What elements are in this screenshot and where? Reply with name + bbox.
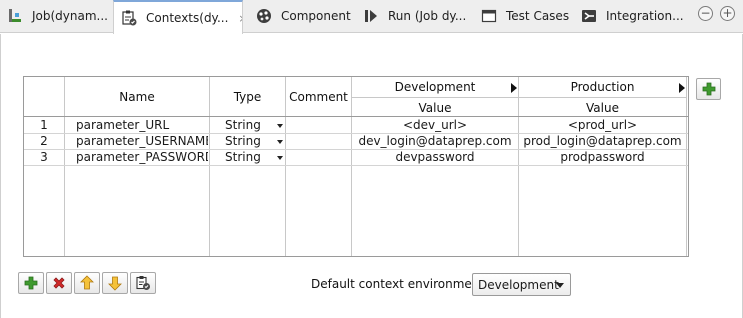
editor-tab-bar: Job(dynam... Contexts(dy... × Component … [0,0,743,34]
selected-environment: Development [478,278,559,292]
tab-job[interactable]: Job(dynam... [0,0,113,32]
comment-column-header[interactable]: Comment [286,77,351,117]
chevron-down-icon [556,283,564,288]
development-menu-icon[interactable] [511,83,517,93]
tab-label: Job(dynam... [32,9,108,23]
table-row[interactable]: 1 parameter_URL String <dev_url> <prod_u… [24,118,688,134]
development-value-header: Value [418,100,452,115]
tab-component[interactable]: Component [249,0,355,32]
comment-cell[interactable] [286,134,351,150]
type-cell[interactable]: String [225,150,279,166]
production-value-cell[interactable]: prodpassword [519,150,686,166]
chevron-down-icon[interactable] [277,156,283,160]
row-number-header [24,77,64,117]
context-icon [136,276,150,290]
default-context-environment-select[interactable]: Development [472,273,571,296]
chevron-down-icon[interactable] [277,124,283,128]
tab-test-cases[interactable]: Test Cases [474,0,574,32]
name-cell[interactable]: parameter_PASSWORD [76,150,208,166]
run-icon [362,7,380,25]
add-environment-button[interactable] [696,78,721,100]
default-context-environment-label: Default context environment [311,277,485,291]
production-value-cell[interactable]: <prod_url> [519,118,686,134]
table-row[interactable]: 2 parameter_USERNAME String dev_login@da… [24,134,688,150]
chevron-down-icon[interactable] [277,140,283,144]
job-icon [6,7,24,25]
tab-contexts[interactable]: Contexts(dy... × [113,0,243,34]
context-variables-table: Name Type Comment Development Production… [23,76,689,257]
tab-label: Run (Job dy... [388,9,467,23]
move-up-button[interactable] [74,272,100,294]
row-number: 1 [40,118,48,132]
type-cell[interactable]: String [225,118,279,134]
contexts-panel: Name Type Comment Development Production… [0,34,743,318]
row-number: 3 [40,150,48,164]
production-value-header: Value [586,100,619,115]
production-env-header[interactable]: Production [519,77,686,97]
maximize-button[interactable]: + [720,6,735,21]
comment-cell[interactable] [286,118,351,134]
move-down-icon [108,276,122,291]
development-value-cell[interactable]: <dev_url> [352,118,518,134]
production-value-cell[interactable]: prod_login@dataprep.com [519,134,686,150]
tab-label: Component [281,9,351,23]
test-cases-icon [480,7,498,25]
close-icon[interactable]: × [238,12,242,25]
contexts-icon [120,9,138,27]
name-cell[interactable]: parameter_URL [76,118,208,134]
type-cell[interactable]: String [225,134,279,150]
manage-contexts-button[interactable] [130,272,156,294]
name-cell[interactable]: parameter_USERNAME [76,134,208,150]
move-down-button[interactable] [102,272,128,294]
minimize-button[interactable]: − [698,6,713,21]
add-icon [702,82,716,96]
add-variable-button[interactable] [18,272,44,294]
comment-cell[interactable] [286,150,351,166]
table-header: Name Type Comment Development Production… [24,77,688,117]
move-up-icon [80,275,94,290]
remove-icon [53,277,65,289]
name-column-header[interactable]: Name [65,77,209,117]
table-row[interactable]: 3 parameter_PASSWORD String devpassword … [24,150,688,166]
tab-label: Test Cases [506,9,570,23]
tab-integration[interactable]: Integration... [574,0,684,32]
integration-icon [580,7,598,25]
contexts-editor-window: Job(dynam... Contexts(dy... × Component … [0,0,743,318]
remove-variable-button[interactable] [46,272,72,294]
add-icon [24,276,38,290]
tab-label: Integration... [606,9,684,23]
tab-run[interactable]: Run (Job dy... [356,0,474,32]
development-env-header[interactable]: Development [352,77,518,97]
component-icon [255,7,273,25]
type-column-header[interactable]: Type [210,77,285,117]
row-number: 2 [40,134,48,148]
development-value-cell[interactable]: dev_login@dataprep.com [352,134,518,150]
tab-label: Contexts(dy... [146,11,229,25]
development-value-cell[interactable]: devpassword [352,150,518,166]
production-menu-icon[interactable] [679,83,685,93]
